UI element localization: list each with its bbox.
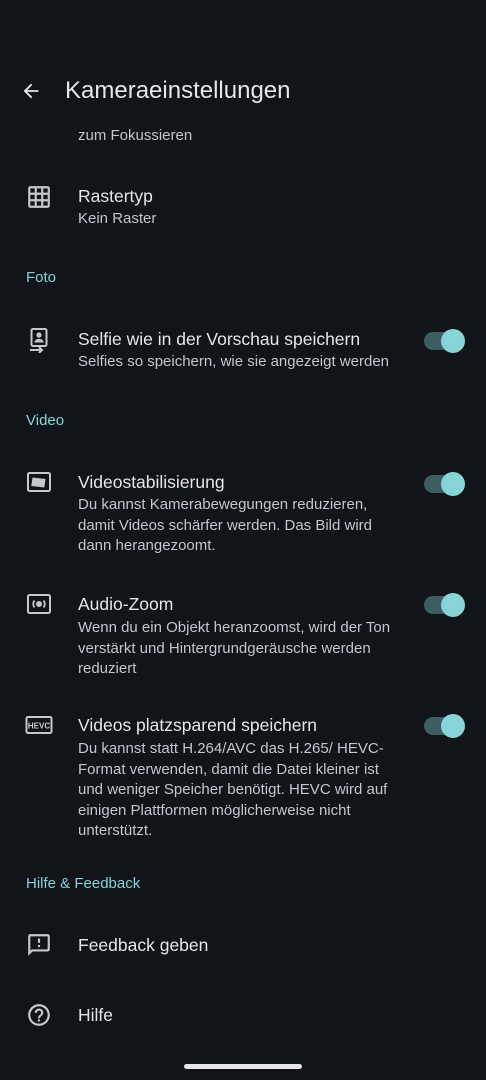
section-header-video: Video bbox=[26, 412, 65, 429]
grid-type-value: Kein Raster bbox=[78, 210, 157, 227]
help-circle-icon bbox=[24, 1000, 54, 1030]
toggle-thumb bbox=[441, 714, 465, 738]
video-stabilization-toggle[interactable] bbox=[424, 472, 465, 496]
feedback-title: Feedback geben bbox=[78, 935, 209, 955]
audio-zoom-title: Audio-Zoom bbox=[78, 594, 174, 614]
selfie-preview-row[interactable]: Selfie wie in der Vorschau speichern Sel… bbox=[0, 318, 486, 382]
hevc-toggle[interactable] bbox=[424, 714, 465, 738]
help-title: Hilfe bbox=[78, 1005, 114, 1025]
feedback-icon bbox=[24, 930, 54, 960]
audio-zoom-toggle[interactable] bbox=[424, 593, 465, 617]
video-stabilization-icon bbox=[24, 467, 54, 497]
selfie-portrait-icon bbox=[24, 325, 54, 355]
audio-zoom-row[interactable]: Audio-Zoom Wenn du ein Objekt heranzooms… bbox=[0, 582, 486, 682]
video-stabilization-row[interactable]: Videostabilisierung Du kannst Kamerabewe… bbox=[0, 460, 486, 560]
section-header-help: Hilfe & Feedback bbox=[26, 875, 141, 892]
toggle-thumb bbox=[441, 472, 465, 496]
home-indicator[interactable] bbox=[184, 1064, 302, 1069]
hevc-title: Videos platzsparend speichern bbox=[78, 715, 318, 735]
video-stabilization-subtitle: Du kannst Kamerabewegungen reduzieren, d… bbox=[78, 496, 373, 554]
audio-zoom-subtitle: Wenn du ein Objekt heranzoomst, wird der… bbox=[78, 619, 391, 677]
grid-icon bbox=[24, 182, 54, 212]
hevc-subtitle: Du kannst statt H.264/AVC das H.265/ HEV… bbox=[78, 740, 388, 839]
back-button[interactable] bbox=[14, 74, 48, 108]
page-title: Kameraeinstellungen bbox=[65, 77, 291, 104]
grid-type-row[interactable]: Rastertyp Kein Raster bbox=[0, 172, 486, 240]
focus-setting-subtitle: zum Fokussieren bbox=[78, 127, 193, 144]
hevc-icon: HEVC bbox=[24, 710, 54, 740]
selfie-preview-title: Selfie wie in der Vorschau speichern bbox=[78, 329, 361, 349]
grid-type-title: Rastertyp bbox=[78, 186, 153, 206]
arrow-back-icon bbox=[23, 83, 39, 99]
hevc-row[interactable]: HEVC Videos platzsparend speichern Du ka… bbox=[0, 703, 486, 843]
help-row[interactable]: Hilfe bbox=[0, 984, 486, 1046]
section-header-photo: Foto bbox=[26, 269, 57, 286]
selfie-preview-toggle[interactable] bbox=[424, 329, 465, 353]
selfie-preview-subtitle: Selfies so speichern, wie sie angezeigt … bbox=[78, 353, 390, 370]
feedback-row[interactable]: Feedback geben bbox=[0, 912, 486, 976]
toggle-thumb bbox=[441, 593, 465, 617]
hevc-icon-label: HEVC bbox=[28, 721, 50, 730]
audio-zoom-icon bbox=[24, 589, 54, 619]
toggle-thumb bbox=[441, 329, 465, 353]
video-stabilization-title: Videostabilisierung bbox=[78, 472, 225, 492]
